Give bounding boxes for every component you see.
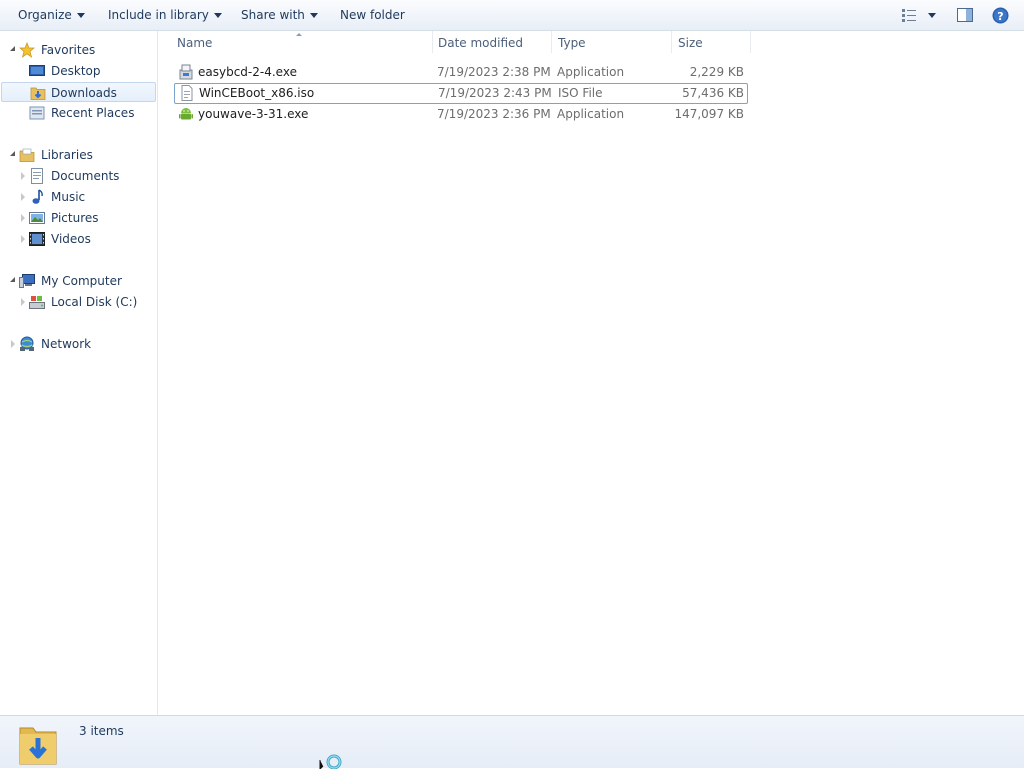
file-type: Application <box>557 65 625 79</box>
chevron-down-icon <box>76 13 85 18</box>
libraries-icon <box>19 148 35 162</box>
desktop-icon <box>29 65 45 76</box>
command-bar: Organize Include in library Share with N… <box>0 0 1024 31</box>
nav-network[interactable]: Network <box>18 334 156 354</box>
file-list: Name Date modified Type Size easybcd-2-4… <box>159 31 1024 715</box>
help-icon: ? <box>992 7 1009 24</box>
column-header-size-label: Size <box>678 36 703 50</box>
column-header-size[interactable]: Size <box>672 31 750 55</box>
help-button[interactable]: ? <box>992 7 1009 27</box>
file-row[interactable]: youwave-3-31.exe 7/19/2023 2:36 PM Appli… <box>174 104 748 125</box>
chevron-down-icon <box>213 13 222 18</box>
column-header-date-label: Date modified <box>438 36 524 50</box>
new-folder-button[interactable]: New folder <box>340 7 405 23</box>
items-count: 3 items <box>79 724 124 738</box>
navigation-pane: Favorites Desktop Downloads Recent Place… <box>0 31 158 715</box>
network-icon <box>20 336 34 351</box>
android-app-icon <box>179 108 193 120</box>
star-icon <box>19 42 35 58</box>
view-list-icon <box>902 9 936 22</box>
new-folder-label: New folder <box>340 8 405 22</box>
column-header-type[interactable]: Type <box>552 31 671 55</box>
iso-file-icon <box>181 85 193 101</box>
videos-icon <box>29 232 45 246</box>
nav-documents[interactable]: Documents <box>28 166 156 186</box>
svg-text:?: ? <box>997 10 1003 23</box>
installer-icon <box>179 64 193 80</box>
nav-recent-places-label: Recent Places <box>51 106 135 120</box>
nav-local-disk[interactable]: Local Disk (C:) <box>28 292 156 312</box>
file-type: Application <box>557 107 625 121</box>
nav-network-label: Network <box>41 337 92 351</box>
organize-label: Organize <box>18 8 72 22</box>
expand-arrow-icon[interactable] <box>10 46 15 51</box>
downloads-folder-icon <box>19 727 57 765</box>
preview-pane-icon <box>957 8 973 22</box>
share-with-label: Share with <box>241 8 305 22</box>
nav-libraries-label: Libraries <box>41 148 93 162</box>
nav-downloads-label: Downloads <box>51 86 117 100</box>
nav-pictures-label: Pictures <box>51 211 99 225</box>
downloads-folder-icon <box>30 87 46 100</box>
column-header-name-label: Name <box>177 36 213 50</box>
nav-desktop-label: Desktop <box>51 64 101 78</box>
nav-documents-label: Documents <box>51 169 120 183</box>
nav-libraries[interactable]: Libraries <box>18 145 156 165</box>
expand-arrow-icon[interactable] <box>10 277 15 282</box>
include-in-library-button[interactable]: Include in library <box>108 7 222 23</box>
file-size: 147,097 KB <box>674 107 744 121</box>
expand-arrow-icon[interactable] <box>10 151 15 156</box>
file-row[interactable]: easybcd-2-4.exe 7/19/2023 2:38 PM Applic… <box>174 62 748 83</box>
nav-my-computer[interactable]: My Computer <box>18 271 156 291</box>
column-header-type-label: Type <box>558 36 586 50</box>
include-in-library-label: Include in library <box>108 8 209 22</box>
preview-pane-button[interactable] <box>957 7 973 26</box>
sort-ascending-icon <box>296 33 302 36</box>
documents-icon <box>31 168 43 184</box>
column-header-date-modified[interactable]: Date modified <box>432 31 551 55</box>
expand-arrow-icon[interactable] <box>21 298 25 306</box>
file-row[interactable]: WinCEBoot_x86.iso 7/19/2023 2:43 PM ISO … <box>174 83 748 104</box>
file-date: 7/19/2023 2:43 PM <box>438 86 552 100</box>
file-date: 7/19/2023 2:36 PM <box>437 107 551 121</box>
file-name: easybcd-2-4.exe <box>198 65 297 79</box>
computer-icon <box>19 274 35 288</box>
file-size: 2,229 KB <box>689 65 744 79</box>
expand-arrow-icon[interactable] <box>21 172 25 180</box>
nav-music[interactable]: Music <box>28 187 156 207</box>
expand-arrow-icon[interactable] <box>11 340 15 348</box>
nav-my-computer-label: My Computer <box>41 274 122 288</box>
nav-music-label: Music <box>51 190 86 204</box>
expand-arrow-icon[interactable] <box>21 214 25 222</box>
pictures-icon <box>29 212 45 224</box>
nav-videos[interactable]: Videos <box>28 229 156 249</box>
music-icon <box>32 189 43 204</box>
file-name: youwave-3-31.exe <box>198 107 309 121</box>
nav-favorites[interactable]: Favorites <box>18 40 156 60</box>
expand-arrow-icon[interactable] <box>21 235 25 243</box>
nav-recent-places[interactable]: Recent Places <box>28 103 156 123</box>
organize-button[interactable]: Organize <box>18 7 85 23</box>
nav-videos-label: Videos <box>51 232 91 246</box>
nav-desktop[interactable]: Desktop <box>28 61 156 81</box>
busy-cursor-icon <box>319 754 342 769</box>
file-name: WinCEBoot_x86.iso <box>199 86 315 100</box>
details-pane: 3 items <box>0 715 1024 769</box>
change-view-button[interactable] <box>901 7 941 26</box>
file-size: 57,436 KB <box>682 86 744 100</box>
expand-arrow-icon[interactable] <box>21 193 25 201</box>
file-date: 7/19/2023 2:38 PM <box>437 65 551 79</box>
chevron-down-icon <box>309 13 318 18</box>
local-disk-icon <box>29 296 45 309</box>
recent-places-icon <box>29 106 45 120</box>
nav-pictures[interactable]: Pictures <box>28 208 156 228</box>
file-type: ISO File <box>558 86 603 100</box>
nav-local-disk-label: Local Disk (C:) <box>51 295 138 309</box>
share-with-button[interactable]: Share with <box>241 7 318 23</box>
nav-favorites-label: Favorites <box>41 43 96 57</box>
nav-downloads[interactable]: Downloads <box>1 82 156 102</box>
column-divider[interactable] <box>750 31 751 53</box>
